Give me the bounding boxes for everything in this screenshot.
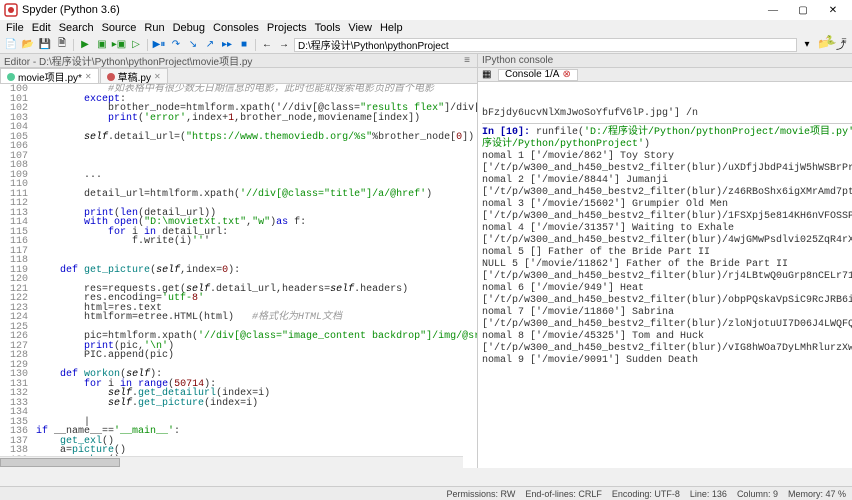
status-eol: End-of-lines: CRLF	[525, 489, 602, 499]
code-area[interactable]: #如表格中有很少数无日期信息的电影，此时也能取搜索电影页的首个电影 except…	[32, 84, 477, 468]
new-file-icon[interactable]: 📄	[4, 38, 18, 52]
working-directory-input[interactable]: D:\程序设计\Python\pythonProject	[294, 38, 797, 52]
run-cell-advance-icon[interactable]: ▸▣	[112, 38, 126, 52]
editor-options-icon[interactable]: ≡	[461, 55, 473, 67]
window-title: Spyder (Python 3.6)	[22, 4, 758, 16]
editor-tabs: movie项目.py*✕草稿.py✕	[0, 68, 477, 84]
editor-tab[interactable]: movie项目.py*✕	[0, 68, 99, 83]
open-file-icon[interactable]: 📂	[21, 38, 35, 52]
tab-close-icon[interactable]: ✕	[154, 72, 161, 81]
menu-tools[interactable]: Tools	[311, 22, 345, 34]
cwd-back-icon[interactable]: ←	[260, 38, 274, 52]
stop-debug-icon[interactable]: ■	[237, 38, 251, 52]
step-over-icon[interactable]: ↷	[169, 38, 183, 52]
menu-view[interactable]: View	[344, 22, 376, 34]
menu-projects[interactable]: Projects	[263, 22, 311, 34]
file-status-icon	[107, 73, 115, 81]
file-status-icon	[7, 73, 15, 81]
menu-help[interactable]: Help	[376, 22, 407, 34]
console-tab-close-icon[interactable]: ⊗	[562, 69, 570, 80]
editor-tab[interactable]: 草稿.py✕	[100, 68, 168, 83]
menu-search[interactable]: Search	[55, 22, 98, 34]
spyder-icon	[4, 3, 18, 17]
console-pane-title: IPython console ■ ⌫ ≡	[478, 54, 852, 68]
workspace: Editor - D:\程序设计\Python\pythonProject\mo…	[0, 54, 852, 468]
tab-label: 草稿.py	[118, 69, 151, 84]
menu-run[interactable]: Run	[140, 22, 168, 34]
debug-icon[interactable]: ▶⏸	[152, 38, 166, 52]
window-minimize-button[interactable]: —	[758, 1, 788, 19]
tab-label: movie项目.py*	[18, 69, 82, 84]
status-permissions: Permissions: RW	[446, 489, 515, 499]
run-icon[interactable]: ▶	[78, 38, 92, 52]
console-pane: IPython console ■ ⌫ ≡ ▦ Console 1/A ⊗ bF…	[478, 54, 852, 468]
step-out-icon[interactable]: ↗	[203, 38, 217, 52]
editor-scrollbar-h[interactable]	[0, 456, 463, 468]
menu-edit[interactable]: Edit	[28, 22, 55, 34]
toolbar-options-icon[interactable]: ≡	[838, 34, 850, 46]
window-maximize-button[interactable]: ▢	[788, 1, 818, 19]
status-line: Line: 136	[690, 489, 727, 499]
console-tabbar: ▦ Console 1/A ⊗	[478, 68, 852, 82]
menu-consoles[interactable]: Consoles	[209, 22, 263, 34]
window-titlebar: Spyder (Python 3.6) — ▢ ✕	[0, 0, 852, 20]
browse-tabs-icon[interactable]: ▦	[482, 69, 494, 81]
status-memory: Memory: 47 %	[788, 489, 846, 499]
run-cell-icon[interactable]: ▣	[95, 38, 109, 52]
toolbar-corner: 🐍 ≡	[825, 34, 850, 46]
menu-source[interactable]: Source	[98, 22, 141, 34]
code-editor[interactable]: 1001011021031041051061071081091101111121…	[0, 84, 477, 468]
status-encoding: Encoding: UTF-8	[612, 489, 680, 499]
console-output[interactable]: bFzjdy6ucvNlXmJwoSoYfufV6lP.jpg'] /nIn […	[478, 82, 852, 468]
line-number-gutter: 1001011021031041051061071081091101111121…	[0, 84, 32, 468]
menu-file[interactable]: File	[2, 22, 28, 34]
save-icon[interactable]: 💾	[38, 38, 52, 52]
cwd-fwd-icon[interactable]: →	[277, 38, 291, 52]
editor-pane-title: Editor - D:\程序设计\Python\pythonProject\mo…	[0, 54, 477, 68]
continue-icon[interactable]: ▸▸	[220, 38, 234, 52]
status-bar: Permissions: RW End-of-lines: CRLF Encod…	[0, 486, 852, 500]
menubar: FileEditSearchSourceRunDebugConsolesProj…	[0, 20, 852, 36]
python-path-icon[interactable]: 🐍	[825, 34, 837, 46]
step-into-icon[interactable]: ↘	[186, 38, 200, 52]
status-column: Column: 9	[737, 489, 778, 499]
main-toolbar: 📄 📂 💾 🗎 ▶ ▣ ▸▣ ▷ ▶⏸ ↷ ↘ ↗ ▸▸ ■ ← → D:\程序…	[0, 36, 852, 54]
console-tab[interactable]: Console 1/A ⊗	[498, 69, 578, 81]
save-all-icon[interactable]: 🗎	[55, 38, 69, 52]
editor-pane: Editor - D:\程序设计\Python\pythonProject\mo…	[0, 54, 478, 468]
window-close-button[interactable]: ✕	[818, 1, 848, 19]
cwd-dropdown-icon[interactable]: ▾	[800, 38, 814, 52]
tab-close-icon[interactable]: ✕	[85, 72, 92, 81]
run-selection-icon[interactable]: ▷	[129, 38, 143, 52]
menu-debug[interactable]: Debug	[169, 22, 209, 34]
